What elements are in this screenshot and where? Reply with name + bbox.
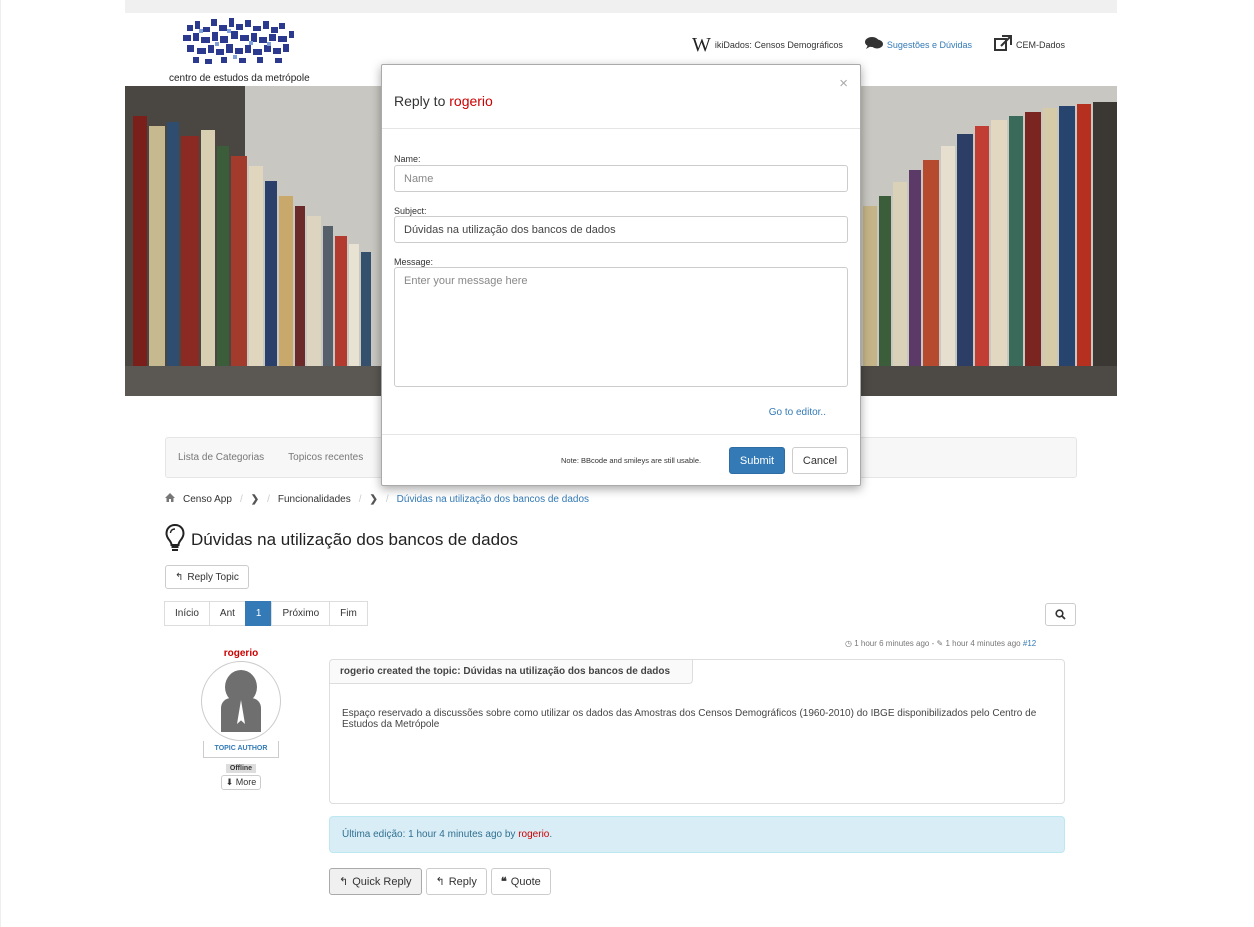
page-title: Dúvidas na utilização dos bancos de dado…	[191, 529, 518, 549]
post-header: rogerio created the topic: Dúvidas na ut…	[330, 660, 693, 684]
edited-notice: Última edição: 1 hour 4 minutes ago by r…	[329, 816, 1065, 853]
sugestoes-link[interactable]: Sugestões e Dúvidas	[864, 36, 972, 54]
logo-mosaic-icon	[183, 18, 294, 64]
reply-icon: ↰	[435, 876, 445, 888]
breadcrumb-current-topic[interactable]: Dúvidas na utilização dos bancos de dado…	[397, 494, 589, 505]
modal-title-prefix: Reply to	[394, 93, 446, 109]
name-label: Name:	[394, 154, 421, 164]
topic-title-row: Dúvidas na utilização dos bancos de dado…	[165, 523, 518, 556]
reply-icon: ↰	[339, 876, 349, 888]
submit-button[interactable]: Submit	[729, 447, 785, 474]
modal-title-user: rogerio	[449, 93, 493, 109]
home-icon	[165, 493, 175, 505]
reply-label: Reply	[448, 875, 477, 888]
subject-label: Subject:	[394, 206, 427, 216]
wikidados-link[interactable]: W ikiDados: Censos Demográficos	[692, 35, 843, 55]
cem-logo[interactable]: centro de estudos da metrópole	[165, 15, 310, 84]
post-box: rogerio created the topic: Dúvidas na ut…	[329, 659, 1065, 804]
more-label: More	[235, 777, 257, 787]
avatar[interactable]	[201, 661, 281, 741]
arrow-down-icon: ⬇	[225, 777, 234, 787]
breadcrumb-home[interactable]: Censo App	[183, 494, 232, 505]
wikidados-link-label: ikiDados: Censos Demográficos	[714, 40, 843, 50]
chevron-right-icon[interactable]: ❯	[251, 494, 259, 505]
message-label: Message:	[394, 257, 434, 267]
wikipedia-w-icon: W	[691, 34, 711, 56]
edit-icon: ✎	[936, 639, 944, 648]
comments-icon	[864, 36, 883, 54]
quick-reply-label: Quick Reply	[352, 875, 412, 888]
post-edited-time: 1 hour 4 minutes ago	[945, 639, 1021, 648]
top-strip	[125, 0, 1117, 13]
post-meta: ◷ 1 hour 6 minutes ago - ✎ 1 hour 4 minu…	[845, 639, 1036, 648]
reply-topic-button[interactable]: ↰ Reply Topic	[165, 565, 249, 589]
breadcrumb-category[interactable]: Funcionalidades	[278, 494, 351, 505]
clock-icon: ◷	[845, 639, 852, 648]
modal-divider	[382, 128, 860, 129]
post-created-time: 1 hour 6 minutes ago	[854, 639, 930, 648]
go-to-editor-link[interactable]: Go to editor..	[769, 407, 826, 418]
modal-title: Reply to rogerio	[394, 93, 493, 109]
chevron-right-icon[interactable]: ❯	[370, 494, 378, 505]
edited-user-link[interactable]: rogerio	[518, 829, 549, 840]
top-links: W ikiDados: Censos Demográficos Sugestõe…	[692, 35, 1065, 55]
search-button[interactable]	[1045, 603, 1076, 626]
quote-label: Quote	[510, 875, 541, 888]
pagination-last[interactable]: Fim	[329, 601, 368, 626]
post-number-link[interactable]: #12	[1023, 639, 1036, 648]
cem-dados-link-label: CEM-Dados	[1015, 40, 1065, 50]
modal-divider	[382, 434, 860, 435]
page-left-margin	[0, 0, 125, 927]
pagination-next[interactable]: Próximo	[271, 601, 331, 626]
quick-reply-button[interactable]: ↰ Quick Reply	[329, 868, 422, 895]
reply-icon: ↰	[175, 571, 184, 583]
cem-dados-link[interactable]: CEM-Dados	[993, 35, 1065, 55]
close-icon[interactable]: ×	[839, 75, 848, 92]
bbcode-note: Note: BBcode and smileys are still usabl…	[561, 456, 702, 465]
pagination-page-1[interactable]: 1	[244, 601, 273, 626]
name-field[interactable]	[394, 165, 848, 192]
author-name[interactable]: rogerio	[201, 648, 281, 659]
logo-caption: centro de estudos da metrópole	[169, 73, 310, 84]
nav-item-categories[interactable]: Lista de Categorias	[178, 452, 264, 463]
subject-field[interactable]	[394, 216, 848, 243]
breadcrumb-separator: /	[358, 493, 362, 505]
post-author-panel: rogerio TOPIC AUTHOR Offline ⬇ More	[201, 648, 281, 790]
pagination-first[interactable]: Início	[164, 601, 210, 626]
pagination: Início Ant 1 Próximo Fim	[164, 601, 368, 626]
message-textarea[interactable]	[394, 267, 848, 387]
quote-button[interactable]: ❝ Quote	[490, 868, 551, 895]
breadcrumb-separator: /	[267, 493, 270, 505]
quote-icon: ❝	[500, 876, 507, 888]
edited-prefix: Última edição: 1 hour 4 minutes ago by	[342, 829, 516, 840]
breadcrumb-separator: /	[239, 493, 243, 505]
page-right-margin	[1117, 0, 1254, 927]
sugestoes-link-label: Sugestões e Dúvidas	[886, 40, 972, 50]
nav-item-recent-topics[interactable]: Topicos recentes	[288, 452, 363, 463]
meta-separator: -	[931, 639, 935, 648]
breadcrumb: Censo App / ❯ / Funcionalidades / ❯ / Dú…	[165, 493, 589, 505]
external-link-icon	[993, 35, 1012, 55]
more-button[interactable]: ⬇ More	[220, 775, 262, 790]
search-icon	[1055, 609, 1066, 620]
reply-button[interactable]: ↰ Reply	[425, 868, 487, 895]
topic-author-badge: TOPIC AUTHOR	[203, 741, 279, 758]
pagination-prev[interactable]: Ant	[208, 601, 246, 626]
reply-topic-label: Reply Topic	[187, 571, 239, 583]
breadcrumb-separator: /	[385, 493, 389, 505]
edited-suffix: .	[549, 829, 553, 840]
lightbulb-icon	[165, 523, 185, 556]
cancel-button[interactable]: Cancel	[792, 447, 848, 474]
post-body: Espaço reservado a discussões sobre como…	[342, 708, 1037, 730]
post-actions: ↰ Quick Reply ↰ Reply ❝ Quote	[329, 868, 551, 895]
status-badge: Offline	[225, 764, 257, 773]
reply-modal: × Reply to rogerio Name: Subject: Messag…	[381, 64, 861, 486]
